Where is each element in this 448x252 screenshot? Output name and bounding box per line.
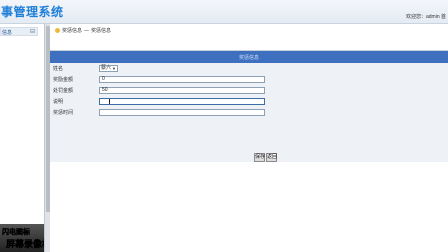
breadcrumb: 奖惩信息 — 奖惩信息 bbox=[55, 27, 111, 34]
save-button[interactable]: 保存 bbox=[254, 153, 265, 162]
reward-penalty-form: 奖惩信息 姓名 蔡六 ▼ 奖励金额 0 处罚金额 50 说明 奖惩时间 保存 返… bbox=[50, 50, 448, 162]
dropdown-arrow-icon: ▼ bbox=[112, 66, 116, 71]
breadcrumb-second: 奖惩信息 bbox=[91, 28, 112, 34]
description-label: 说明 bbox=[53, 99, 64, 105]
penalty-amount-input[interactable]: 50 bbox=[99, 87, 265, 94]
sidebar-item-label: 信息 bbox=[2, 30, 13, 36]
app-title: 事管理系统 bbox=[1, 5, 64, 19]
name-label: 姓名 bbox=[53, 66, 64, 72]
sidebar-item-info[interactable]: 信息 ⊟ bbox=[0, 27, 38, 36]
time-label: 奖惩时间 bbox=[53, 110, 74, 116]
user-info: 欢迎您：admin 首 bbox=[405, 14, 446, 20]
description-input[interactable] bbox=[99, 98, 265, 105]
collapse-icon[interactable]: ⊟ bbox=[30, 28, 35, 35]
top-header: 事管理系统 欢迎您：admin 首 bbox=[0, 0, 448, 24]
home-icon bbox=[55, 28, 60, 34]
penalty-amount-label: 处罚金额 bbox=[53, 88, 74, 94]
recorder-watermark: 闪电图标 屏幕录像机 bbox=[0, 224, 51, 252]
breadcrumb-first[interactable]: 奖惩信息 bbox=[62, 28, 82, 34]
back-button[interactable]: 返回 bbox=[266, 153, 277, 162]
form-heading: 奖惩信息 bbox=[238, 55, 259, 61]
name-select[interactable]: 蔡六 ▼ bbox=[99, 65, 118, 72]
reward-amount-label: 奖励金额 bbox=[53, 77, 74, 83]
watermark-line1: 闪电图标 bbox=[2, 229, 31, 237]
form-heading-bar: 奖惩信息 bbox=[50, 51, 448, 63]
time-input[interactable] bbox=[99, 109, 265, 116]
reward-amount-input[interactable]: 0 bbox=[99, 76, 265, 83]
text-caret bbox=[109, 99, 110, 104]
sidebar: 信息 ⊟ 闪电图标 屏幕录像机 bbox=[0, 24, 51, 252]
name-select-value: 蔡六 bbox=[101, 65, 112, 71]
breadcrumb-separator: — bbox=[84, 28, 90, 34]
main-content: 奖惩信息 — 奖惩信息 奖惩信息 姓名 蔡六 ▼ 奖励金额 0 处罚金额 50 说明… bbox=[50, 24, 448, 252]
